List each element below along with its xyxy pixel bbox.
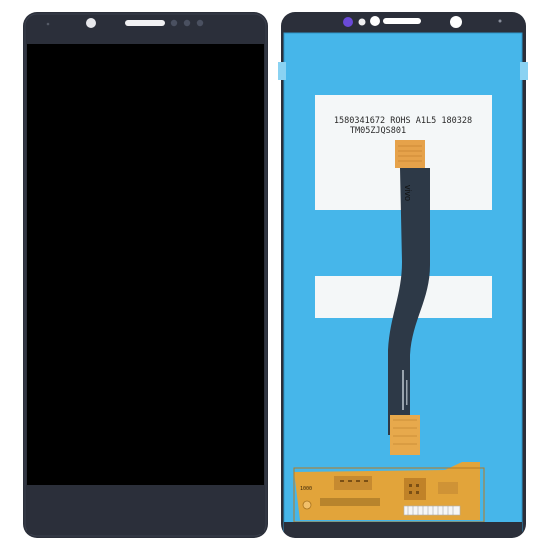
- front-camera-icon: [86, 18, 96, 28]
- sticker-line-2: TM05ZJQS801: [350, 126, 406, 136]
- earpiece-slot: [383, 18, 421, 24]
- back-bottom-edge: [284, 522, 522, 532]
- side-tab-left: [278, 62, 286, 80]
- front-display-assembly: [23, 12, 268, 538]
- front-camera-hole-icon: [370, 16, 380, 26]
- flex-gold-segment: [390, 415, 420, 455]
- sensor-hole-icon: [358, 18, 366, 26]
- small-hole-icon: [498, 19, 502, 23]
- pcb-chip-b: [404, 478, 426, 500]
- pcb-chip-c: [438, 482, 458, 494]
- camera-cutout-icon: [343, 17, 353, 27]
- front-chin: [27, 486, 264, 534]
- mic-hole-icon: [46, 22, 50, 26]
- sticker-line-1: 1580341672 ROHS A1L5 180328: [334, 116, 472, 126]
- pcb-trace-block: [320, 498, 380, 506]
- flex-connector-head: [395, 140, 425, 168]
- pcb-chip-a: [334, 476, 372, 490]
- side-tab-right: [520, 62, 528, 80]
- flex-brand-text: vivo: [403, 185, 413, 201]
- sensor-window-icon: [450, 16, 462, 28]
- pcb-screw-pad: [302, 500, 312, 510]
- pcb-marking: 1000: [300, 486, 312, 492]
- product-photo: 1580341672 ROHS A1L5 180328 TM05ZJQS801 …: [23, 12, 528, 538]
- front-screen: [27, 44, 264, 485]
- bottom-connector: [403, 505, 461, 516]
- back-display-assembly: 1580341672 ROHS A1L5 180328 TM05ZJQS801 …: [278, 12, 528, 538]
- light-sensor-icon: [183, 19, 191, 27]
- proximity-sensor-icon: [170, 19, 178, 27]
- indicator-led-icon: [196, 19, 204, 27]
- earpiece-grille: [125, 20, 165, 26]
